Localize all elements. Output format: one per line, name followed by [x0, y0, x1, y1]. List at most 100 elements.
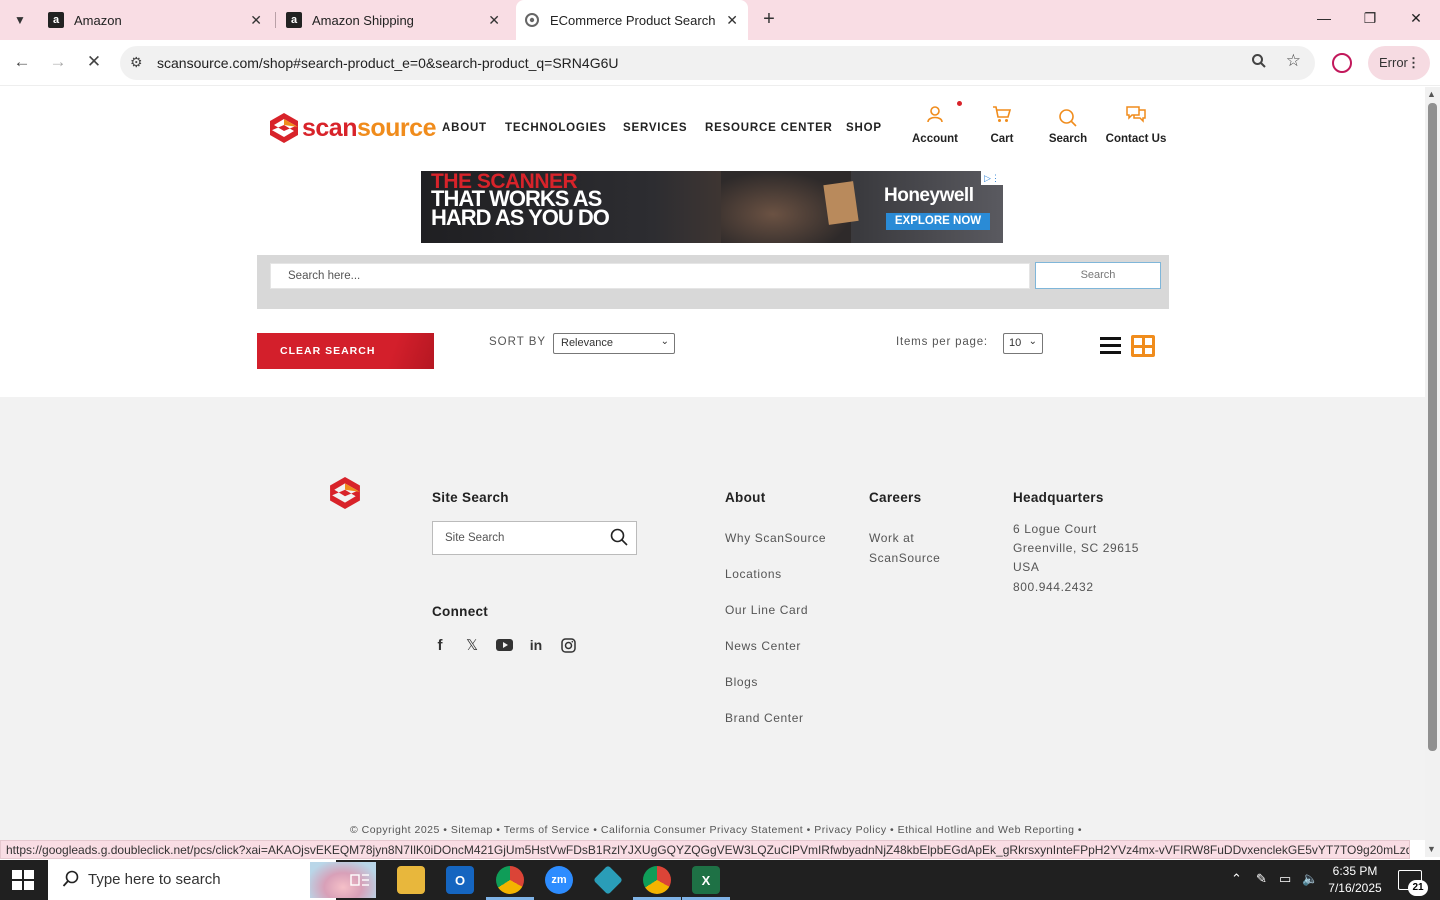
app-diamond-icon[interactable] [593, 865, 623, 895]
footer-link-work-at-scansource[interactable]: Work at ScanSource [869, 529, 940, 568]
hq-street: 6 Logue Court [1013, 522, 1097, 536]
nav-resource-center[interactable]: RESOURCE CENTER [705, 122, 833, 134]
new-tab-icon[interactable]: + [758, 8, 780, 30]
network-icon[interactable]: ▭ [1279, 871, 1291, 887]
excel-icon[interactable]: X [692, 866, 720, 894]
footer-link-locations[interactable]: Locations [725, 567, 782, 581]
sort-by-select[interactable]: Relevance ⌄ [553, 333, 675, 354]
footer-logo-icon[interactable] [330, 477, 360, 509]
amazon-icon: a [286, 12, 302, 28]
list-view-icon[interactable] [1100, 337, 1121, 358]
items-per-page-select[interactable]: 10 ⌄ [1003, 333, 1043, 354]
ad-explore-button[interactable]: EXPLORE NOW [886, 213, 990, 230]
headquarters-heading: Headquarters [1013, 490, 1104, 505]
url-text[interactable]: scansource.com/shop#search-product_e=0&s… [157, 55, 618, 71]
chat-icon [1104, 101, 1168, 127]
more-menu-icon[interactable]: ⋮ [1407, 46, 1420, 80]
honeywell-ad-banner[interactable]: THE SCANNER THAT WORKS AS HARD AS YOU DO… [421, 171, 1003, 243]
chrome-profile-icon[interactable] [643, 866, 671, 894]
ad-headline-3: HARD AS YOU DO [431, 205, 610, 230]
hq-phone[interactable]: 800.944.2432 [1013, 578, 1139, 597]
grid-view-icon[interactable] [1131, 335, 1155, 357]
profile-icon[interactable] [1332, 53, 1352, 73]
product-search-button[interactable]: Search [1035, 262, 1161, 289]
chrome-icon[interactable] [496, 866, 524, 894]
footer-link-line-card[interactable]: Our Line Card [725, 603, 808, 617]
adchoices-icon[interactable]: ▷⋮ [981, 171, 1003, 185]
show-hidden-icons-icon[interactable]: ⌃ [1231, 871, 1242, 887]
close-icon[interactable]: ✕ [726, 12, 738, 29]
link-status-bar: https://googleads.g.doubleclick.net/pcs/… [0, 840, 1410, 859]
scroll-up-icon[interactable]: ▲ [1427, 89, 1436, 99]
windows-start-icon[interactable] [12, 870, 34, 890]
tab-ecommerce-search[interactable]: ECommerce Product Search ✕ [516, 0, 748, 40]
bookmark-star-icon[interactable]: ☆ [1286, 51, 1301, 71]
file-explorer-icon[interactable] [397, 866, 425, 894]
tab-strip: ▼ a Amazon ✕ a Amazon Shipping ✕ ECommer… [0, 0, 1440, 40]
close-icon[interactable]: ✕ [250, 12, 262, 29]
contact-us-link[interactable]: Contact Us [1104, 101, 1168, 145]
cart-link[interactable]: Cart [985, 101, 1019, 145]
hq-country: USA [1013, 560, 1040, 574]
linkedin-icon[interactable]: in [526, 635, 546, 655]
search-icon[interactable] [610, 528, 628, 546]
site-footer: Site Search Site Search Connect f 𝕏 in A… [0, 397, 1425, 840]
task-view-icon[interactable] [346, 866, 374, 894]
notification-dot [957, 101, 962, 106]
youtube-icon[interactable] [494, 635, 514, 655]
nav-about[interactable]: ABOUT [442, 122, 487, 134]
tab-divider [275, 12, 276, 28]
site-info-icon[interactable]: ⚙ [130, 54, 143, 71]
back-icon[interactable]: ← [11, 52, 33, 72]
footer-link-brand-center[interactable]: Brand Center [725, 711, 804, 725]
instagram-icon[interactable] [558, 635, 578, 655]
taskbar-search-box[interactable]: Type here to search [48, 860, 376, 900]
tab-amazon[interactable]: a Amazon ✕ [40, 0, 272, 40]
nav-services[interactable]: SERVICES [623, 122, 687, 134]
error-button[interactable]: Error ⋮ [1368, 46, 1430, 80]
tab-amazon-shipping[interactable]: a Amazon Shipping ✕ [278, 0, 510, 40]
close-icon[interactable]: ✕ [488, 12, 500, 29]
page-scrollbar[interactable]: ▲ ▼ [1425, 87, 1440, 857]
stop-loading-icon[interactable]: ✕ [83, 52, 105, 72]
tab-title: Amazon Shipping [312, 12, 414, 28]
scroll-thumb[interactable] [1428, 103, 1437, 751]
pen-icon[interactable]: ✎ [1256, 871, 1267, 887]
window-close-icon[interactable]: ✕ [1406, 10, 1426, 27]
search-icon [1046, 101, 1090, 127]
scroll-down-icon[interactable]: ▼ [1427, 844, 1436, 854]
forward-icon[interactable]: → [47, 52, 69, 72]
scansource-logo[interactable]: scansource [270, 112, 436, 144]
clear-search-button[interactable]: CLEAR SEARCH [257, 333, 434, 369]
browser-toolbar: ← → ✕ ⚙ scansource.com/shop#search-produ… [0, 40, 1440, 86]
restore-icon[interactable]: ❐ [1360, 10, 1380, 27]
tab-search-menu-icon[interactable]: ▼ [8, 8, 32, 32]
nav-technologies[interactable]: TECHNOLOGIES [505, 122, 607, 134]
site-search-placeholder: Site Search [445, 532, 505, 544]
footer-link-news-center[interactable]: News Center [725, 639, 801, 653]
outlook-icon[interactable]: O [446, 866, 474, 894]
account-link[interactable]: Account [910, 101, 962, 145]
zoom-app-icon[interactable]: zm [545, 866, 573, 894]
account-icon [910, 101, 962, 127]
logo-source-text: source [356, 113, 436, 142]
search-link[interactable]: Search [1046, 101, 1090, 145]
nav-shop[interactable]: SHOP [846, 122, 882, 134]
logo-scan-text: scan [302, 113, 357, 142]
careers-link-line-2: ScanSource [869, 551, 941, 565]
volume-icon[interactable]: 🔈 [1302, 871, 1318, 887]
address-bar[interactable]: ⚙ scansource.com/shop#search-product_e=0… [120, 46, 1315, 80]
search-label: Search [1048, 133, 1088, 145]
taskbar-clock[interactable]: 6:35 PM 7/16/2025 [1326, 863, 1384, 897]
site-search-input[interactable]: Site Search [432, 521, 637, 555]
product-search-input[interactable]: Search here... [270, 263, 1030, 289]
about-heading: About [725, 490, 766, 505]
footer-link-why-scansource[interactable]: Why ScanSource [725, 531, 826, 545]
hq-city: Greenville, SC 29615 [1013, 541, 1140, 555]
facebook-icon[interactable]: f [430, 635, 450, 655]
zoom-icon[interactable] [1251, 53, 1267, 73]
minimize-icon[interactable]: — [1314, 10, 1334, 26]
footer-link-blogs[interactable]: Blogs [725, 675, 758, 689]
x-icon[interactable]: 𝕏 [462, 635, 482, 655]
copyright-bar: © Copyright 2025 • Sitemap • Terms of Se… [349, 824, 1082, 836]
